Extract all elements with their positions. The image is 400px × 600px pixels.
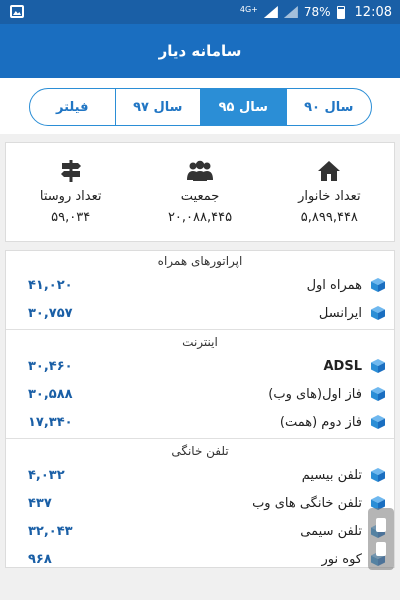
stat-value: ۵۹,۰۳۴ (51, 210, 91, 225)
status-bar: 4G+ 78% 12:08 (0, 0, 400, 24)
cube-icon (371, 278, 385, 292)
list-item[interactable]: تلفن سیمی ۳۲,۰۴۳ (6, 517, 394, 545)
tab-year-97[interactable]: سال ۹۷ (116, 89, 201, 125)
section-title-landline: تلفن خانگی (171, 444, 229, 458)
stat-label: جمعیت (180, 189, 220, 204)
scroll-indicator-bar (376, 518, 386, 532)
item-name: تلفن سیمی (300, 523, 362, 539)
list-item[interactable]: تلفن خانگی های وب ۴۳۷ (6, 489, 394, 517)
item-name: کوه نور (321, 551, 362, 567)
item-name: فاز اول(های وب) (268, 386, 362, 402)
item-value: ۴,۰۳۲ (28, 467, 65, 483)
tab-year-90[interactable]: سال ۹۰ (287, 89, 372, 125)
item-value: ۳۰,۵۸۸ (28, 386, 73, 402)
list-item[interactable]: ایرانسل ۳۰,۷۵۷ (6, 299, 394, 327)
image-icon (10, 5, 24, 18)
item-value: ۴۳۷ (28, 495, 52, 511)
cube-icon (371, 306, 385, 320)
stat-label: تعداد خانوار (298, 189, 361, 204)
item-value: ۴۱,۰۲۰ (28, 277, 73, 293)
stat-households: تعداد خانوار ۵,۸۹۹,۴۴۸ (265, 143, 394, 241)
list-item[interactable]: کوه نور ۹۶۸ (6, 545, 394, 567)
item-name: تلفن بیسیم (301, 467, 362, 483)
year-tabs-container: فیلتر سال ۹۷ سال ۹۵ سال ۹۰ (0, 78, 400, 134)
list-item[interactable]: همراه اول ۴۱,۰۲۰ (6, 271, 394, 299)
details-list: اپراتورهای همراه همراه اول ۴۱,۰۲۰ ایرانس… (5, 250, 395, 568)
cube-icon (371, 415, 385, 429)
item-name: همراه اول (306, 277, 362, 293)
item-name: ایرانسل (318, 305, 362, 321)
section-title-operators: اپراتورهای همراه (157, 254, 243, 268)
stat-value: ۵,۸۹۹,۴۴۸ (300, 210, 358, 225)
item-value: ۳۰,۷۵۷ (28, 305, 73, 321)
list-item[interactable]: فاز دوم (همت) ۱۷,۳۴۰ (6, 408, 394, 436)
people-icon (185, 159, 215, 183)
clock: 12:08 (354, 4, 392, 20)
item-name: ADSL (323, 358, 363, 374)
scroll-indicator-bar (376, 542, 386, 556)
item-name: تلفن خانگی های وب (252, 495, 362, 511)
stat-villages: تعداد روستا ۵۹,۰۳۴ (6, 143, 135, 241)
tab-filter[interactable]: فیلتر (30, 89, 116, 125)
item-value: ۳۰,۴۶۰ (28, 358, 73, 374)
network-type: 4G+ (239, 5, 258, 14)
year-tabs: فیلتر سال ۹۷ سال ۹۵ سال ۹۰ (29, 88, 372, 126)
battery-icon (336, 5, 345, 19)
tab-year-95[interactable]: سال ۹۵ (201, 89, 287, 125)
list-item[interactable]: ADSL ۳۰,۴۶۰ (6, 352, 394, 380)
stat-population: جمعیت ۲۰,۰۸۸,۴۴۵ (135, 143, 264, 241)
status-right: 4G+ 78% 12:08 (240, 3, 392, 21)
cube-icon (371, 468, 385, 482)
scroll-indicator[interactable] (368, 508, 394, 570)
app-bar: سامانه دیار (0, 24, 400, 78)
signal-icon (263, 6, 278, 18)
list-item[interactable]: تلفن بیسیم ۴,۰۳۲ (6, 461, 394, 489)
cube-icon (371, 387, 385, 401)
item-value: ۱۷,۳۴۰ (28, 414, 73, 430)
cube-icon (371, 359, 385, 373)
section-title-internet: اینترنت (182, 335, 218, 349)
stat-label: تعداد روستا (39, 189, 102, 204)
item-value: ۹۶۸ (28, 551, 52, 567)
divider (6, 438, 394, 439)
summary-stats: تعداد خانوار ۵,۸۹۹,۴۴۸ جمعیت ۲۰,۰۸۸,۴۴۵ … (5, 142, 395, 242)
list-item[interactable]: فاز اول(های وب) ۳۰,۵۸۸ (6, 380, 394, 408)
stat-value: ۲۰,۰۸۸,۴۴۵ (167, 210, 233, 225)
house-icon (314, 159, 344, 183)
battery-percent: 78% (303, 5, 331, 19)
signpost-icon (56, 159, 86, 183)
signal-2-icon (283, 6, 298, 18)
item-name: فاز دوم (همت) (279, 414, 362, 430)
app-title: سامانه دیار (158, 42, 242, 60)
divider (6, 329, 394, 330)
item-value: ۳۲,۰۴۳ (28, 523, 73, 539)
